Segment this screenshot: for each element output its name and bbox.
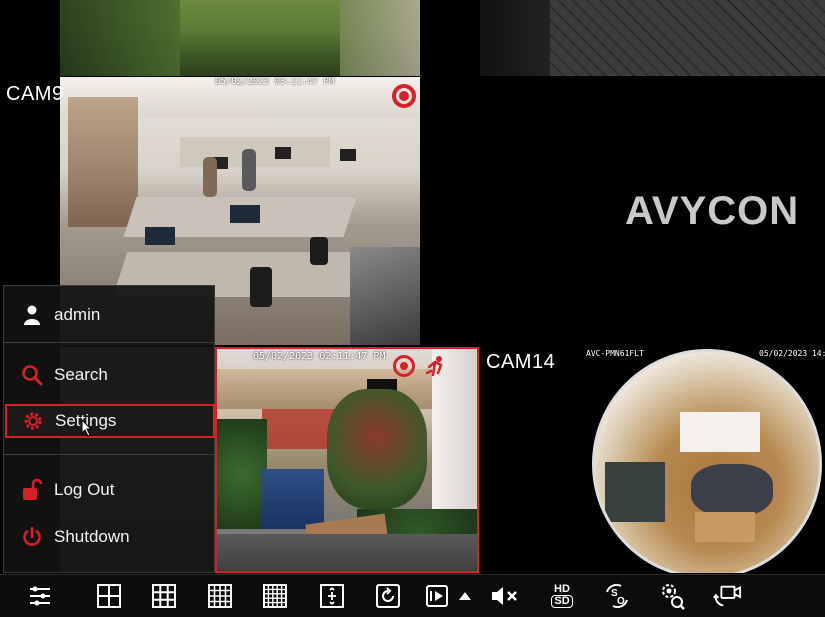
layout-9-icon[interactable] (149, 581, 179, 611)
stream-icon[interactable]: SO (602, 581, 632, 611)
camera-label-cam14: CAM14 (486, 351, 556, 373)
user-icon (17, 300, 47, 330)
camera-feed-fisheye (592, 349, 822, 573)
camera-tile-top-left[interactable] (0, 0, 478, 76)
menu-item-label: Search (54, 365, 108, 384)
camera-timestamp: 05/02/2023 03:11:47 PM (215, 77, 335, 87)
hd-sd-icon[interactable]: HD SD (545, 581, 579, 611)
camera-tile-logo[interactable]: AVYCON (480, 77, 825, 345)
menu-item-logout[interactable]: Log Out (6, 473, 214, 507)
menu-item-settings[interactable]: Settings (5, 404, 215, 438)
settings-gear-icon (18, 406, 48, 436)
camera-tile-cam13[interactable]: 05/02/2023 02:11:47 PM (215, 347, 479, 573)
ptz-settings-icon[interactable] (657, 581, 687, 611)
svg-text:O: O (617, 596, 625, 607)
camera-timestamp: 05/02/2023 02:11:47 PM (253, 351, 386, 362)
camera-feed-grass (60, 0, 420, 76)
recording-icon-cam9 (392, 84, 416, 108)
menu-item-shutdown[interactable]: Shutdown (6, 520, 214, 554)
camera-label-cam9: CAM9 (6, 83, 64, 105)
bottom-toolbar: HD SD SO (0, 574, 825, 617)
menu-divider (4, 454, 214, 455)
menu-item-label: Shutdown (54, 527, 130, 546)
layout-custom-icon[interactable] (317, 581, 347, 611)
expand-up-icon[interactable] (450, 581, 480, 611)
layout-4-icon[interactable] (94, 581, 124, 611)
menu-user[interactable]: admin (6, 298, 214, 332)
camera-tile-cam14[interactable]: CAM14 AVC-PMN61FLT 05/02/2023 14:0 (481, 347, 825, 573)
layout-16-icon[interactable] (205, 581, 235, 611)
brand-logo: AVYCON (625, 189, 800, 233)
sequence-icon[interactable] (373, 581, 403, 611)
camera-tile-top-right[interactable] (480, 0, 825, 76)
camera-model: AVC-PMN61FLT (586, 349, 644, 358)
camera-rotate-icon[interactable] (712, 581, 742, 611)
mute-icon[interactable] (490, 581, 520, 611)
menu-list-icon[interactable] (25, 581, 55, 611)
search-icon (17, 360, 47, 390)
camera-feed-pavement (480, 0, 825, 76)
main-context-menu: admin Search Settings Log Out Shutdown (3, 285, 215, 573)
menu-item-search[interactable]: Search (6, 358, 214, 392)
hd-label: HD (554, 583, 570, 595)
camera-feed-yard (217, 349, 477, 571)
camera-timestamp: 05/02/2023 14:0 (759, 349, 825, 358)
sd-label: SD (551, 595, 573, 608)
motion-icon (421, 353, 449, 381)
playback-icon[interactable] (422, 581, 452, 611)
menu-divider (4, 342, 214, 343)
recording-icon (393, 355, 415, 377)
power-icon (17, 522, 47, 552)
layout-25-icon[interactable] (260, 581, 290, 611)
menu-item-label: Log Out (54, 480, 115, 499)
mouse-cursor-icon (81, 418, 93, 442)
menu-user-label: admin (54, 305, 101, 324)
lock-open-icon (17, 475, 47, 505)
